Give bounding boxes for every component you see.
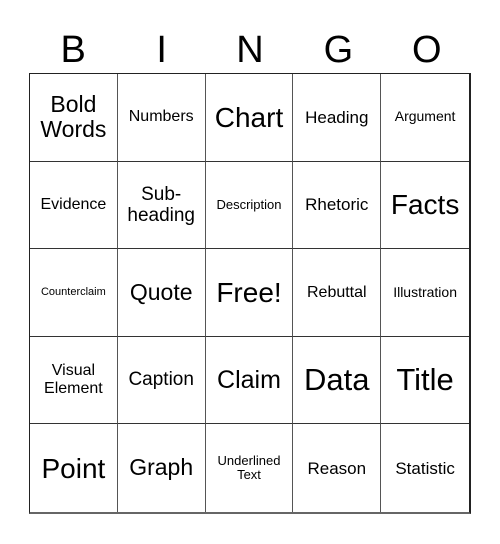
bingo-cell-label: Heading <box>305 107 369 127</box>
bingo-cell-label: Statistic <box>395 458 455 478</box>
bingo-cell[interactable]: Bold Words <box>30 74 118 162</box>
bingo-cell-label: Bold Words <box>40 90 107 143</box>
bingo-cell[interactable]: Point <box>30 424 118 512</box>
bingo-cell-label: Description <box>216 196 282 212</box>
bingo-cell[interactable]: Underlined Text <box>206 424 294 512</box>
bingo-cell[interactable]: Title <box>381 337 469 425</box>
bingo-grid: Bold Words Numbers Chart Heading Argument Evi… <box>29 73 471 514</box>
bingo-cell-label: Caption <box>128 369 194 391</box>
bingo-cell[interactable]: Reason <box>293 424 382 512</box>
bingo-cell[interactable]: Counterclaim <box>30 249 118 337</box>
header-letter-b: B <box>60 29 86 71</box>
bingo-cell[interactable]: Sub-heading <box>117 161 206 250</box>
bingo-cell-label: Claim <box>217 366 281 395</box>
bingo-cell[interactable]: Claim <box>205 336 294 425</box>
bingo-cell-label: Quote <box>129 278 193 305</box>
bingo-cell-label: Evidence <box>40 195 107 213</box>
header-letter-g: G <box>323 29 354 71</box>
bingo-cell[interactable]: Caption <box>117 336 206 425</box>
bingo-cell-label: Chart <box>214 101 284 133</box>
bingo-cell[interactable]: Argument <box>381 74 469 162</box>
bingo-cell-label: Graph <box>129 454 194 481</box>
bingo-cell[interactable]: Numbers <box>117 74 206 162</box>
bingo-cell-label: Reason <box>307 458 367 478</box>
header-letter-o: O <box>412 29 442 71</box>
bingo-cell[interactable]: Heading <box>293 74 382 162</box>
bingo-cell[interactable]: Chart <box>205 74 294 162</box>
bingo-cell[interactable]: Quote <box>117 249 206 337</box>
bingo-cell-label: Underlined Text <box>217 452 281 483</box>
bingo-cell-label: Sub-heading <box>127 183 195 226</box>
bingo-cell[interactable]: Description <box>205 161 294 250</box>
bingo-cell-label: Rebuttal <box>306 283 367 301</box>
bingo-cell-label: Rhetoric <box>305 195 369 215</box>
bingo-cell[interactable]: Facts <box>381 162 469 250</box>
bingo-cell[interactable]: Illustration <box>381 249 469 337</box>
bingo-cell-label: Visual Element <box>44 362 103 398</box>
bingo-cell-label: Argument <box>394 108 456 125</box>
bingo-cell-label: Numbers <box>128 108 194 126</box>
header-letter-i: I <box>156 29 167 71</box>
bingo-cell[interactable]: Rhetoric <box>293 161 382 250</box>
bingo-cell[interactable]: Graph <box>118 424 206 512</box>
bingo-cell-label: Data <box>304 361 370 397</box>
bingo-cell[interactable]: Free! <box>205 249 294 337</box>
bingo-cell[interactable]: Evidence <box>30 161 118 250</box>
bingo-cell-label: Free! <box>216 276 282 308</box>
bingo-cell[interactable]: Data <box>293 336 382 425</box>
bingo-cell-label: Facts <box>390 189 460 221</box>
bingo-cell-label: Illustration <box>393 283 457 300</box>
bingo-cell[interactable]: Rebuttal <box>293 249 382 337</box>
bingo-cell[interactable]: Visual Element <box>30 336 118 425</box>
bingo-cell-label: Title <box>396 361 454 397</box>
bingo-cell-label: Point <box>41 452 106 484</box>
bingo-cell[interactable]: Statistic <box>381 424 469 512</box>
bingo-cell-label: Counterclaim <box>40 286 106 299</box>
header-letter-n: N <box>236 29 264 71</box>
bingo-header: B I N G O <box>29 28 471 73</box>
